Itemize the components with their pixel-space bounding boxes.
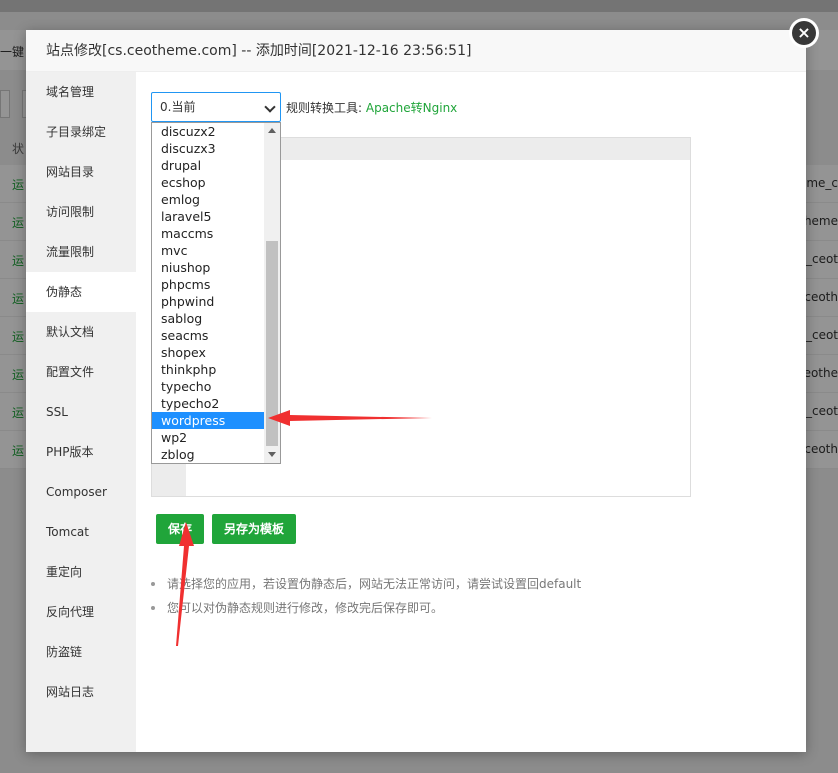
arrow-to-save-button <box>176 522 194 646</box>
arrow-to-wordpress <box>268 410 432 426</box>
annotation-arrows <box>176 410 432 646</box>
